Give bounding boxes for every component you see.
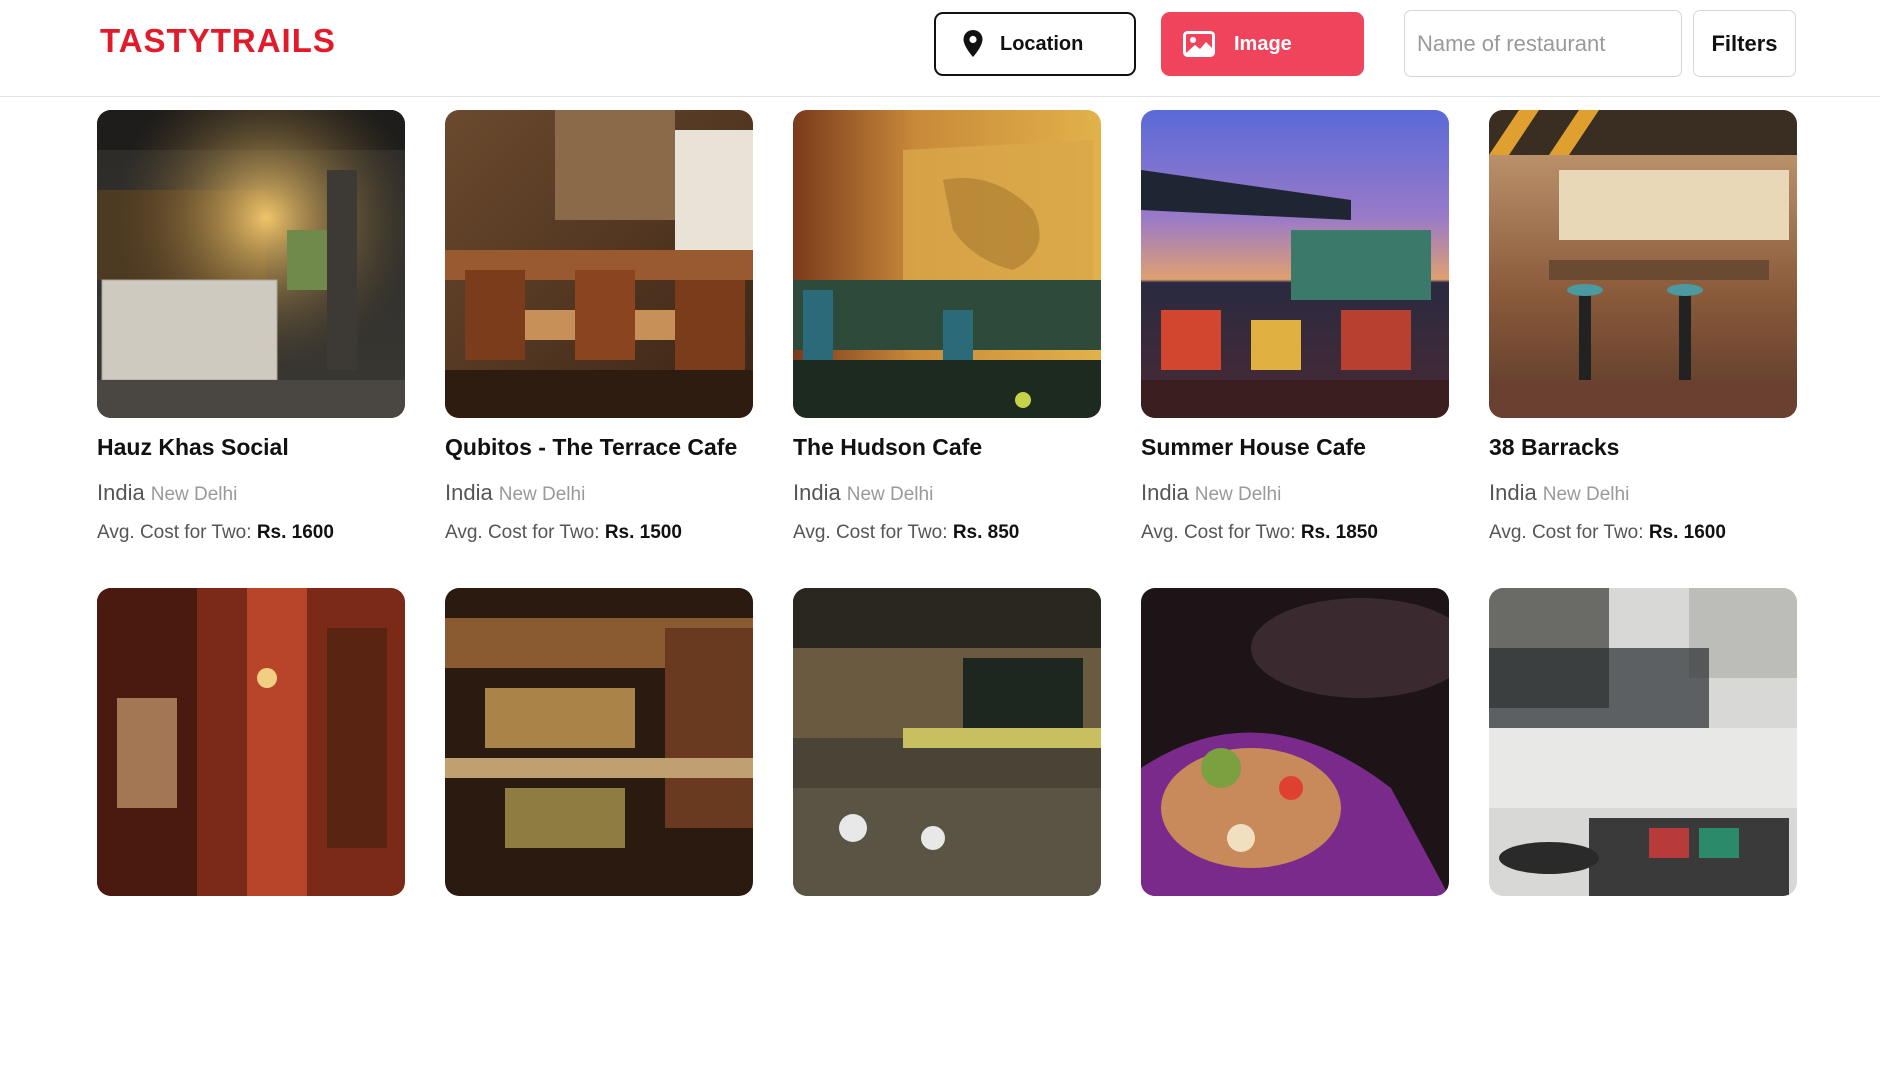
top-header: TASTYTRAILS Location Image Filters — [0, 0, 1880, 97]
restaurant-photo — [1489, 110, 1797, 418]
restaurant-name: Qubitos - The Terrace Cafe — [445, 434, 738, 460]
restaurant-card[interactable] — [1141, 588, 1449, 1066]
restaurant-card[interactable]: The Hudson Cafe India New Delhi Avg. Cost… — [793, 110, 1101, 588]
restaurant-photo — [1489, 588, 1797, 896]
restaurant-cost: Avg. Cost for Two: Rs. 850 — [793, 522, 1101, 544]
location-button-label: Location — [1000, 32, 1084, 55]
restaurant-photo — [1141, 110, 1449, 418]
restaurant-card[interactable]: Hauz Khas Social India New Delhi Avg. Cos… — [97, 110, 405, 588]
restaurant-card[interactable] — [97, 588, 405, 1066]
restaurant-location: India New Delhi — [1141, 480, 1449, 506]
restaurant-grid: Hauz Khas Social India New Delhi Avg. Cos… — [97, 110, 1797, 1066]
restaurant-country: India — [793, 480, 841, 505]
filters-button[interactable]: Filters — [1693, 10, 1796, 77]
restaurant-name — [445, 912, 753, 940]
restaurant-location: India New Delhi — [1489, 480, 1797, 506]
restaurant-cost: Avg. Cost for Two: Rs. 1850 — [1141, 522, 1449, 544]
restaurant-city: New Delhi — [1194, 484, 1282, 505]
cost-label: Avg. Cost for Two: — [445, 522, 600, 543]
restaurant-card[interactable] — [1489, 588, 1797, 1066]
cost-value: Rs. 850 — [952, 522, 1020, 543]
restaurant-country: India — [445, 480, 493, 505]
restaurant-name: Hauz Khas Social — [97, 434, 289, 460]
restaurant-location: India New Delhi — [793, 480, 1101, 506]
restaurant-city: New Delhi — [846, 484, 934, 505]
cost-label: Avg. Cost for Two: — [793, 522, 948, 543]
brand-logo[interactable]: TASTYTRAILS — [100, 22, 336, 60]
restaurant-city: New Delhi — [498, 484, 586, 505]
restaurant-name — [793, 912, 1101, 940]
restaurant-card[interactable] — [793, 588, 1101, 1066]
restaurant-name — [97, 912, 405, 940]
restaurant-photo — [1141, 588, 1449, 896]
cost-value: Rs. 1600 — [1648, 522, 1726, 543]
restaurant-country: India — [1489, 480, 1537, 505]
restaurant-city: New Delhi — [1542, 484, 1630, 505]
restaurant-cost: Avg. Cost for Two: Rs. 1600 — [1489, 522, 1797, 544]
restaurant-country: India — [97, 480, 145, 505]
restaurant-cost: Avg. Cost for Two: Rs. 1500 — [445, 522, 753, 544]
cost-label: Avg. Cost for Two: — [1141, 522, 1296, 543]
restaurant-card[interactable]: Qubitos - The Terrace Cafe India New Delh… — [445, 110, 753, 588]
restaurant-cost: Avg. Cost for Two: Rs. 1600 — [97, 522, 405, 544]
restaurant-name — [1489, 912, 1797, 940]
restaurant-search-input[interactable] — [1404, 10, 1682, 77]
restaurant-location: India New Delhi — [97, 480, 405, 506]
restaurant-name: 38 Barracks — [1489, 434, 1620, 460]
cost-value: Rs. 1850 — [1300, 522, 1378, 543]
restaurant-country: India — [1141, 480, 1189, 505]
cost-value: Rs. 1600 — [256, 522, 334, 543]
restaurant-city: New Delhi — [150, 484, 238, 505]
restaurant-card[interactable]: 38 Barracks India New Delhi Avg. Cost for… — [1489, 110, 1797, 588]
restaurant-photo — [793, 110, 1101, 418]
restaurant-name: Summer House Cafe — [1141, 434, 1366, 460]
cost-value: Rs. 1500 — [604, 522, 682, 543]
restaurant-photo — [97, 110, 405, 418]
restaurant-name — [1141, 912, 1449, 940]
location-button[interactable]: Location — [934, 12, 1136, 76]
image-icon — [1183, 31, 1215, 57]
image-button-label: Image — [1234, 32, 1292, 55]
restaurant-photo — [97, 588, 405, 896]
cost-label: Avg. Cost for Two: — [97, 522, 252, 543]
map-pin-icon — [963, 30, 983, 57]
restaurant-card[interactable]: Summer House Cafe India New Delhi Avg. Co… — [1141, 110, 1449, 588]
restaurant-name: The Hudson Cafe — [793, 434, 983, 460]
restaurant-card[interactable] — [445, 588, 753, 1066]
restaurant-photo — [793, 588, 1101, 896]
cost-label: Avg. Cost for Two: — [1489, 522, 1644, 543]
restaurant-location: India New Delhi — [445, 480, 753, 506]
image-button[interactable]: Image — [1161, 12, 1364, 76]
restaurant-photo — [445, 588, 753, 896]
restaurant-photo — [445, 110, 753, 418]
